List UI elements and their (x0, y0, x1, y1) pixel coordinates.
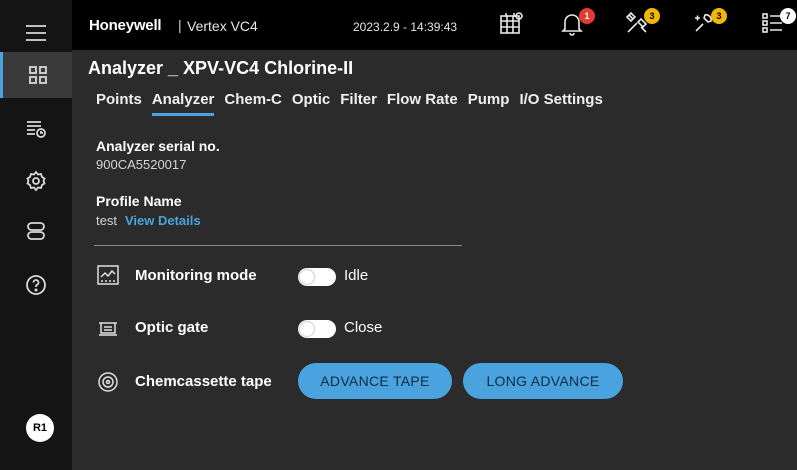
calendar-button[interactable] (498, 10, 528, 40)
brand-separator: | (178, 17, 182, 33)
tape-reel-icon (96, 370, 120, 392)
alarms-count-badge: 1 (579, 8, 595, 24)
hamburger-menu-icon (26, 25, 46, 41)
toggle-knob (300, 270, 314, 284)
view-details-link[interactable]: View Details (125, 213, 201, 228)
monitoring-mode-toggle[interactable] (298, 268, 336, 286)
profile-name-label: Profile Name (96, 193, 182, 209)
menu-button[interactable] (0, 10, 72, 56)
monitoring-chart-icon (96, 264, 120, 286)
faults-count-badge: 3 (711, 8, 727, 24)
tab-flow-rate[interactable]: Flow Rate (387, 91, 458, 116)
section-divider (94, 245, 462, 246)
toggle-knob (300, 322, 314, 336)
page-header: Analyzer _ XPV-VC4 Chlorine-II Points An… (72, 50, 797, 120)
tab-points[interactable]: Points (96, 91, 142, 116)
monitoring-mode-state: Idle (344, 267, 369, 284)
sidebar-item-dashboard[interactable] (0, 52, 72, 98)
maintenance-button[interactable]: 3 (624, 8, 660, 40)
faults-button[interactable]: 3 (691, 8, 727, 40)
optic-gate-state: Close (344, 319, 383, 336)
sidebar-item-help[interactable] (0, 262, 72, 308)
date-time: 2023.2.9 - 14:39:43 (353, 20, 458, 34)
tab-filter[interactable]: Filter (340, 91, 377, 116)
help-icon (26, 275, 46, 295)
optic-gate-label: Optic gate (135, 319, 209, 336)
profile-name-row: test View Details (96, 213, 201, 228)
tab-io-settings[interactable]: I/O Settings (519, 91, 602, 116)
advance-tape-button[interactable]: ADVANCE TAPE (298, 363, 452, 399)
tab-bar: Points Analyzer Chem-C Optic Filter Flow… (96, 91, 613, 116)
page-title: Analyzer _ XPV-VC4 Chlorine-II (88, 58, 354, 78)
user-avatar-badge[interactable]: R1 (26, 414, 54, 442)
events-button[interactable]: 7 (760, 8, 796, 40)
optic-gate-toggle[interactable] (298, 320, 336, 338)
dashboard-grid-icon (28, 66, 47, 84)
maintenance-count-badge: 3 (644, 8, 660, 24)
tab-analyzer[interactable]: Analyzer (151, 91, 214, 116)
calendar-grid-icon (500, 12, 523, 34)
serial-number-value: 900CA5520017 (96, 157, 187, 172)
top-bar: Honeywell | Vertex VC4 2023.2.9 - 14:39:… (72, 0, 797, 50)
events-count-badge: 7 (780, 8, 796, 24)
sidebar-item-settings[interactable] (0, 158, 72, 204)
sidebar-item-storage[interactable] (0, 208, 72, 254)
monitoring-mode-label: Monitoring mode (135, 267, 257, 284)
tab-optic[interactable]: Optic (292, 91, 330, 116)
serial-number-label: Analyzer serial no. (96, 138, 220, 154)
settings-gear-icon (26, 170, 46, 192)
sidebar-item-event-list[interactable] (0, 106, 72, 152)
left-navigation-rail: R1 (0, 0, 72, 470)
product-name: Vertex VC4 (187, 18, 258, 34)
long-advance-button[interactable]: LONG ADVANCE (463, 363, 623, 399)
brand-logo-text: Honeywell (89, 17, 162, 34)
optic-gate-icon (96, 317, 120, 339)
alarms-button[interactable]: 1 (559, 8, 595, 40)
profile-name-value: test (96, 213, 117, 228)
event-list-icon (27, 121, 46, 138)
chemcassette-tape-label: Chemcassette tape (135, 373, 272, 390)
analyzer-panel: Analyzer serial no. 900CA5520017 Profile… (72, 120, 797, 470)
tab-chem-c[interactable]: Chem-C (224, 91, 282, 116)
tab-pump[interactable]: Pump (468, 91, 510, 116)
storage-icon (27, 222, 45, 240)
